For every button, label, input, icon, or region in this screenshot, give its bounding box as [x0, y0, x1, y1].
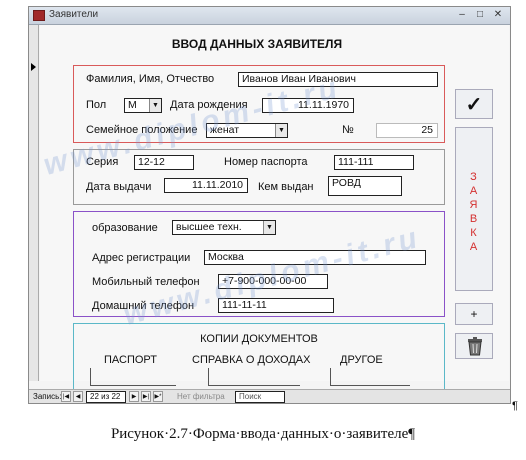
marital-dropdown-icon[interactable]: ▼ [275, 124, 287, 137]
record-number-field: 25 [376, 123, 438, 138]
new-record-nav-icon[interactable]: ▶* [153, 391, 163, 402]
income-certificate-attachment[interactable] [208, 368, 300, 386]
access-app-icon [33, 10, 45, 21]
other-document-label: ДРУГОЕ [340, 354, 383, 366]
issued-by-field[interactable]: РОВД [328, 176, 402, 196]
education-dropdown-icon[interactable]: ▼ [263, 221, 275, 234]
issued-by-label: Кем выдан [258, 181, 314, 193]
marital-status-value: женат [210, 124, 240, 136]
save-button[interactable]: ✓ [455, 89, 493, 119]
checkmark-icon: ✓ [465, 94, 483, 116]
address-field[interactable]: Москва [204, 250, 426, 265]
filter-status[interactable]: Нет фильтра [177, 390, 225, 404]
home-phone-field[interactable]: 111-11-11 [218, 298, 334, 313]
sex-value: М [128, 99, 137, 111]
education-value: высшее техн. [176, 221, 242, 233]
mobile-phone-label: Мобильный телефон [92, 276, 200, 288]
window-title: Заявители [49, 9, 99, 20]
sparkle-new-icon: + [470, 307, 478, 321]
next-record-icon[interactable]: ▶ [129, 391, 139, 402]
address-label: Адрес регистрации [92, 252, 191, 264]
form-window: Заявители – □ ✕ ВВОД ДАННЫХ ЗАЯВИТЕЛЯ Фа… [28, 6, 511, 404]
trash-can-icon [468, 337, 482, 356]
sex-label: Пол [86, 99, 107, 111]
first-record-icon[interactable]: |◀ [61, 391, 71, 402]
search-input[interactable]: Поиск [235, 391, 285, 403]
issue-date-label: Дата выдачи [86, 181, 152, 193]
new-record-button[interactable]: + [455, 303, 493, 325]
documents-title: КОПИИ ДОКУМЕНТОВ [200, 333, 318, 345]
sex-dropdown-icon[interactable]: ▼ [149, 99, 161, 112]
marital-status-label: Семейное положение [86, 124, 198, 136]
application-button[interactable]: З А Я В К А [455, 127, 493, 291]
passport-panel: Серия 12-12 Номер паспорта 111-111 Дата … [73, 149, 445, 205]
education-label: образование [92, 222, 158, 234]
figure-caption: Рисунок·2.7·Форма·ввода·данных·о·заявите… [110, 426, 416, 442]
passport-number-label: Номер паспорта [224, 156, 308, 168]
birthdate-field[interactable]: 11.11.1970 [262, 98, 354, 113]
record-navigation-bar: Запись: |◀ ◀ 22 из 22 ▶ ▶| ▶* Нет фильтр… [29, 389, 510, 403]
application-button-label: З А Я В К А [469, 171, 479, 253]
close-button[interactable]: ✕ [490, 9, 506, 22]
record-selector-bar[interactable] [29, 25, 39, 381]
contacts-panel: образование высшее техн. ▼ Адрес регистр… [73, 211, 445, 317]
marital-status-combo[interactable]: женат ▼ [206, 123, 288, 138]
fio-label: Фамилия, Имя, Отчество [86, 73, 215, 85]
record-selector-arrow-icon [31, 63, 36, 71]
home-phone-label: Домашний телефон [92, 300, 195, 312]
income-certificate-label: СПРАВКА О ДОХОДАХ [192, 354, 311, 366]
birthdate-label: Дата рождения [170, 99, 248, 111]
passport-number-field[interactable]: 111-111 [334, 155, 414, 170]
form-heading: ВВОД ДАННЫХ ЗАЯВИТЕЛЯ [171, 37, 343, 51]
documents-panel: КОПИИ ДОКУМЕНТОВ ПАСПОРТ СПРАВКА О ДОХОД… [73, 323, 445, 391]
passport-copy-attachment[interactable] [90, 368, 176, 386]
issue-date-field[interactable]: 11.11.2010 [164, 178, 248, 193]
passport-series-field[interactable]: 12-12 [134, 155, 194, 170]
minimize-button[interactable]: – [454, 9, 470, 22]
last-record-icon[interactable]: ▶| [141, 391, 151, 402]
record-number-label: № [342, 124, 354, 136]
sex-combo[interactable]: М ▼ [124, 98, 162, 113]
passport-copy-label: ПАСПОРТ [104, 354, 157, 366]
pilcrow-mark: ¶ [512, 400, 518, 412]
current-record-field[interactable]: 22 из 22 [86, 391, 126, 403]
mobile-phone-field[interactable]: +7-900-000-00-00 [218, 274, 328, 289]
delete-record-button[interactable] [455, 333, 493, 359]
fio-field[interactable]: Иванов Иван Иванович [238, 72, 438, 87]
other-document-attachment[interactable] [330, 368, 410, 386]
passport-series-label: Серия [86, 156, 119, 168]
window-titlebar: Заявители – □ ✕ [29, 7, 510, 25]
maximize-button[interactable]: □ [472, 9, 488, 22]
previous-record-icon[interactable]: ◀ [73, 391, 83, 402]
personal-panel: Фамилия, Имя, Отчество Иванов Иван Ивано… [73, 65, 445, 143]
education-combo[interactable]: высшее техн. ▼ [172, 220, 276, 235]
records-label: Запись: [33, 392, 62, 401]
